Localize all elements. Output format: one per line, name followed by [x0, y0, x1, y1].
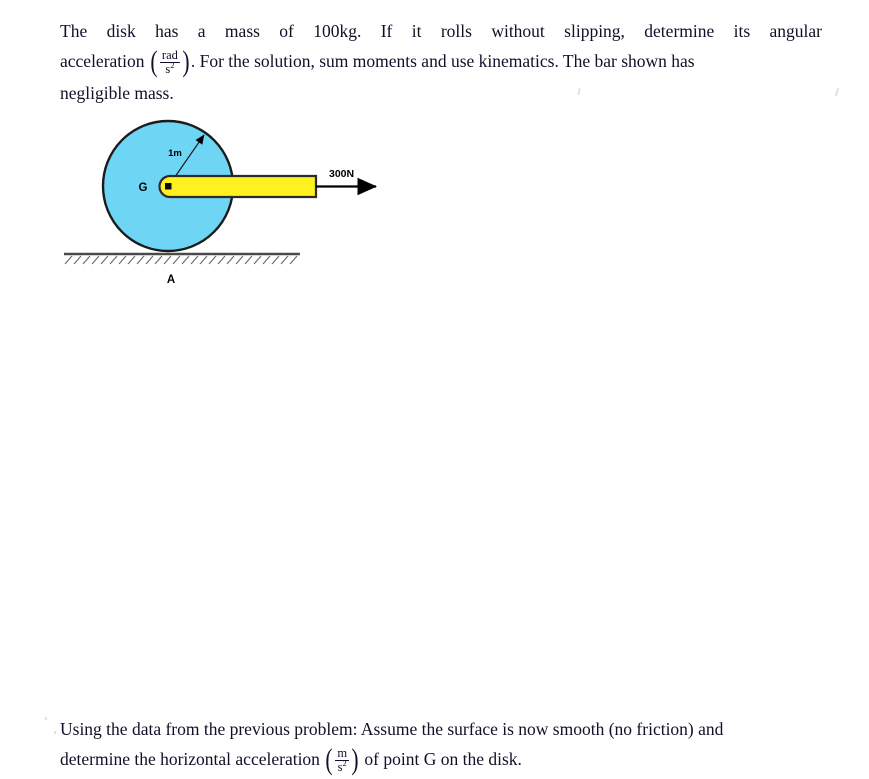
rolling-disk-figure: 1m G 300N A [55, 108, 400, 293]
scan-artifact-mark [54, 731, 56, 734]
pivot-point-marker [165, 183, 172, 190]
problem-two-line-1: Using the data from the previous problem… [60, 719, 724, 739]
problem-one-line-3: negligible mass. [60, 83, 174, 104]
denominator-exponent: 2 [342, 758, 347, 769]
problem-two-text-determine: determine the horizontal acceleration [60, 749, 320, 769]
bar-shape [158, 174, 318, 199]
denominator-exponent: 2 [170, 60, 175, 71]
problem-one-text-rest: . For the solution, sum moments and use … [190, 51, 695, 71]
problem-statement-two: Using the data from the previous problem… [60, 714, 822, 776]
fraction-rad-s2: rad s2 [159, 48, 181, 77]
problem-statement-one: The disk has a mass of 100kg. If it roll… [60, 16, 822, 108]
force-magnitude-label: 300N [329, 168, 354, 180]
contact-point-label: A [167, 274, 175, 286]
scan-artifact-mark [834, 87, 839, 97]
fraction-denominator: s2 [159, 60, 180, 77]
problem-two-line-2: determine the horizontal acceleration (m… [60, 745, 522, 775]
problem-one-line-1: The disk has a mass of 100kg. If it roll… [60, 21, 822, 41]
problem-one-text-acceleration: acceleration [60, 51, 145, 71]
rad-per-s2-unit: (rad s2) [150, 45, 190, 79]
center-of-mass-label: G [139, 182, 148, 194]
fraction-m-s2: m s2 [334, 746, 350, 775]
m-per-s2-unit: (m s2) [325, 743, 359, 777]
radius-label: 1m [168, 148, 182, 159]
fraction-denominator: s2 [335, 758, 350, 775]
scan-artifact-mark [45, 717, 47, 720]
problem-two-text-rest: of point G on the disk. [364, 749, 522, 769]
ground-hatching [64, 255, 298, 265]
problem-one-line-2: acceleration (rad s2). For the solution, … [60, 47, 695, 77]
